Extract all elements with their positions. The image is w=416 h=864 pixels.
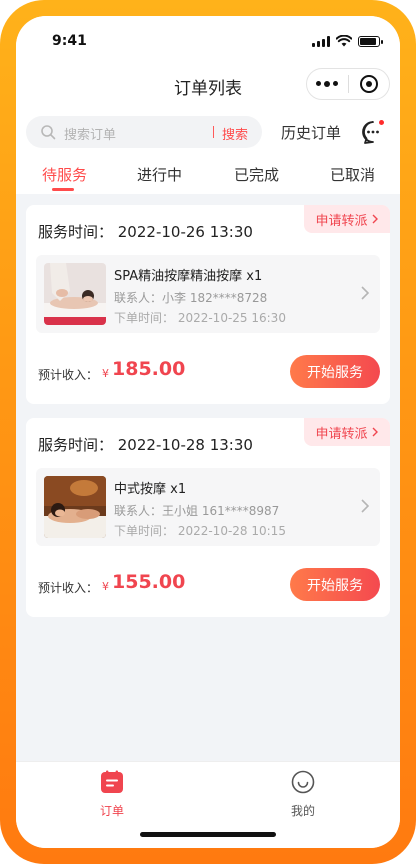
status-bar: 9:41	[16, 16, 400, 66]
search-input[interactable]: 搜索订单 搜索	[26, 116, 262, 148]
search-icon	[41, 125, 56, 140]
apply-transfer-button[interactable]: 申请转派	[304, 418, 390, 446]
order-icon	[101, 770, 123, 793]
service-name: SPA精油按摩精油按摩 x1	[114, 269, 263, 284]
service-name: 中式按摩 x1	[114, 482, 187, 497]
search-divider	[213, 126, 214, 138]
wifi-icon	[336, 35, 352, 47]
status-time: 9:41	[52, 33, 87, 49]
bottom-tab-orders[interactable]: 订单	[82, 770, 142, 819]
order-item[interactable]: 中式按摩 x1 联系人：王小姐 161****8987 下单时间： 2022-1…	[36, 468, 380, 546]
bottom-tab-profile-label: 我的	[290, 804, 315, 818]
service-thumbnail	[44, 263, 106, 325]
chevron-right-icon	[361, 286, 370, 300]
order-item[interactable]: SPA精油按摩精油按摩 x1 联系人：小李 182****8728 下单时间： …	[36, 255, 380, 333]
signal-icon	[312, 35, 330, 47]
income-label: 预计收入：	[38, 368, 99, 382]
chevron-right-icon	[372, 214, 378, 224]
search-placeholder: 搜索订单	[64, 128, 117, 143]
transfer-label: 申请转派	[315, 213, 368, 229]
close-icon[interactable]	[349, 75, 390, 93]
start-service-button[interactable]: 开始服务	[290, 568, 380, 601]
nav-bar: 订单列表	[16, 66, 400, 106]
order-card: 申请转派 服务时间： 2022-10-28 13:30 中式按摩 x1 联系人：…	[26, 418, 390, 617]
home-indicator[interactable]	[140, 832, 276, 837]
active-tab-indicator	[52, 188, 74, 191]
history-orders-link[interactable]: 历史订单	[281, 122, 341, 143]
currency-symbol: ¥	[102, 367, 109, 380]
bottom-tab-orders-label: 订单	[99, 804, 124, 818]
mini-program-capsule	[306, 68, 390, 100]
service-time: 服务时间： 2022-10-28 13:30	[38, 436, 253, 454]
currency-symbol: ¥	[102, 580, 109, 593]
start-service-button[interactable]: 开始服务	[290, 355, 380, 388]
order-time: 下单时间： 2022-10-25 16:30	[114, 311, 286, 325]
income-amount: 155.00	[112, 571, 186, 593]
bottom-tab-bar: 订单 我的	[16, 761, 400, 848]
battery-icon	[358, 35, 383, 47]
battery-level	[360, 37, 377, 45]
contact-info: 联系人：王小姐 161****8987	[114, 504, 280, 518]
contact-info: 联系人：小李 182****8728	[114, 291, 268, 305]
order-time: 下单时间： 2022-10-28 10:15	[114, 524, 286, 538]
service-time: 服务时间： 2022-10-26 13:30	[38, 223, 253, 241]
income-amount: 185.00	[112, 358, 186, 380]
profile-icon	[291, 770, 315, 794]
tab-completed[interactable]: 已完成	[234, 164, 279, 185]
chevron-right-icon	[372, 427, 378, 437]
income-label: 预计收入：	[38, 581, 99, 595]
app-screen: 9:41 订单列表 搜索订单 搜索 历史订单 待服务 进行中 已完成 已取消 申…	[16, 16, 400, 848]
more-icon[interactable]	[307, 81, 348, 87]
tab-pending[interactable]: 待服务	[42, 164, 87, 185]
tab-cancelled[interactable]: 已取消	[330, 164, 375, 185]
search-row: 搜索订单 搜索 历史订单	[16, 106, 400, 158]
transfer-label: 申请转派	[315, 426, 368, 442]
service-thumbnail	[44, 476, 106, 538]
tab-in-progress[interactable]: 进行中	[137, 164, 182, 185]
status-icons	[312, 35, 383, 47]
order-card: 申请转派 服务时间： 2022-10-26 13:30 SPA精油按摩精油按摩 …	[26, 205, 390, 404]
chevron-right-icon	[361, 499, 370, 513]
order-status-tabs: 待服务 进行中 已完成 已取消	[16, 158, 400, 194]
apply-transfer-button[interactable]: 申请转派	[304, 205, 390, 233]
search-button[interactable]: 搜索	[222, 124, 248, 143]
notification-badge	[378, 119, 385, 126]
bottom-tab-profile[interactable]: 我的	[273, 770, 333, 819]
